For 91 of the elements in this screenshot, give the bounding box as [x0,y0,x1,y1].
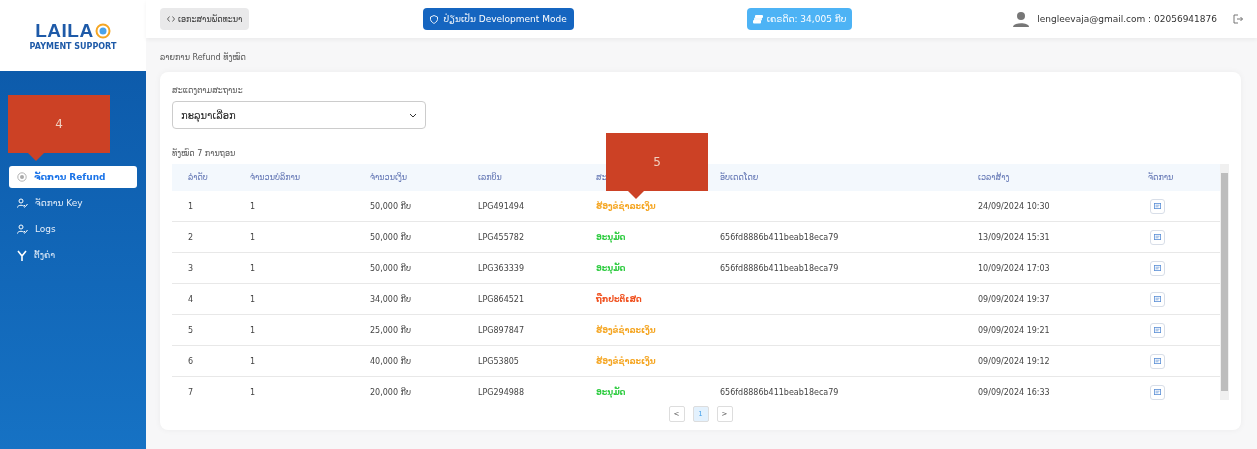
column-header: ຈັດການ [1148,173,1175,182]
user-avatar-icon [1013,11,1030,27]
code-icon [167,16,175,22]
filter-label: ສະແດງຕາມສະຖານະ [172,86,244,95]
table-cell-text: LPG294988 [478,387,526,397]
user-check-icon [17,224,28,234]
table-cell-text: 09/09/2024 16:33 [978,387,1051,397]
user-info: lengleevaja@gmail.com : 02056941876 [1037,14,1217,24]
detail-button[interactable] [1150,229,1165,245]
table-cell-text: 34,000 ກີບ [370,294,412,304]
docs-button[interactable]: ເອກະສານພັດທະນາ [160,8,250,30]
sidebar-item[interactable]: ຈັດການ Refund [9,166,137,188]
document-icon [1154,327,1161,333]
breadcrumb: ລາຍການ Refund ທັງໝົດ [159,51,247,64]
detail-button[interactable] [1150,384,1165,400]
status-select[interactable]: ກະລຸນາເລືອກ [172,101,426,129]
table-cell-text: LPG897847 [478,325,526,335]
table-cell-text: 50,000 ກີບ [370,263,412,273]
status-text: ອະນຸມັດ [596,263,627,273]
column-header: ລຳດັບ [188,173,209,182]
detail-button[interactable] [1150,260,1165,276]
table-cell-text: 50,000 ກີບ [370,201,412,211]
sidebar-item[interactable]: ຈັດການ Key [9,192,137,214]
status-text: ອະນຸມັດ [596,387,627,397]
mode-button[interactable]: ປ່ຽນເປັນ Development Mode [423,8,574,30]
status-text: ຖືກປະຕິເສດ [596,294,643,304]
document-icon [1154,203,1161,209]
fork-icon [17,249,27,261]
status-text: ຮ້ອງຂໍຊຳລະເງິນ [596,356,657,366]
table-cell-text: 20,000 ກີບ [370,387,412,397]
table-cell-text: 1 [250,263,257,273]
table-cell-text: 1 [250,294,257,304]
column-header: ສະ [596,173,608,182]
chevron-down-icon [409,112,417,118]
table-cell-text: 09/09/2024 19:12 [978,356,1051,366]
status-text: ຮ້ອງຂໍຊຳລະເງິນ [596,201,657,211]
table-cell-text: 24/09/2024 10:30 [978,201,1051,211]
table-cell-text: LPG864521 [478,294,526,304]
sidebar-item[interactable]: ຕັ້ງຄ່າ [9,244,137,266]
scrollbar[interactable] [1220,164,1229,400]
document-icon [1154,389,1161,395]
table-cell-text: 656fd8886b411beab18eca79 [720,263,840,273]
table-cell-text: 1 [250,232,257,242]
table-cell-text: 7 [188,387,195,397]
total-count: ທັງໝົດ 7 ການຖອນ [172,149,237,158]
column-header: ອັບເດດໂດຍ [720,173,760,182]
column-header: ເວລາສ້າງ [978,173,1011,182]
table-cell-text: 5 [188,325,195,335]
sidebar-item[interactable]: Logs [9,218,137,240]
detail-button[interactable] [1150,291,1165,307]
table-cell-text: LPG455782 [478,232,526,242]
table-cell-text: LPG491494 [478,201,526,211]
stack-icon [752,14,763,24]
credit-badge: ເຄຣດິດ: 34,005 ກີບ [746,8,853,30]
table-cell-text: 6 [188,356,195,366]
table-cell-text: 4 [188,294,195,304]
column-header: ຈຳນວນເງິນ [370,173,409,182]
logo: LAILA PAYMENT SUPPORT [29,20,117,51]
coin-icon [17,172,27,182]
table-cell-text: 1 [188,201,195,211]
logout-icon[interactable] [1233,14,1243,24]
detail-button[interactable] [1150,322,1165,338]
table-cell-text: 10/09/2024 17:03 [978,263,1051,273]
table-cell-text: 09/09/2024 19:21 [978,325,1051,335]
detail-button[interactable] [1150,198,1165,214]
document-icon [1154,358,1161,364]
status-text: ຮ້ອງຂໍຊຳລະເງິນ [596,325,657,335]
document-icon [1154,265,1161,271]
table-cell-text: 1 [250,356,257,366]
document-icon [1154,296,1161,302]
table-cell-text: LPG363339 [478,263,526,273]
status-text: ອະນຸມັດ [596,232,627,242]
detail-button[interactable] [1150,353,1165,369]
document-icon [1154,234,1161,240]
table-cell-text: 09/09/2024 19:37 [978,294,1051,304]
table-cell-text: 1 [250,387,257,397]
user-check-icon [17,198,28,208]
table-cell-text: 3 [188,263,195,273]
table-cell-text: 656fd8886b411beab18eca79 [720,387,840,397]
table-cell-text: 656fd8886b411beab18eca79 [720,232,840,242]
table-cell-text: LPG53805 [478,356,520,366]
table-cell-text: 40,000 ກີບ [370,356,412,366]
column-header: ເລກບິນ [478,173,503,182]
table-cell-text: 13/09/2024 15:31 [978,232,1051,242]
table-cell-text: 1 [250,201,257,211]
table-cell-text: 2 [188,232,195,242]
column-header: ຈຳນວນບໍລິການ [250,173,302,182]
table-cell-text: 25,000 ກີບ [370,325,412,335]
table-cell-text: 1 [250,325,257,335]
shield-icon [430,14,439,24]
table-cell-text: 50,000 ກີບ [370,232,412,242]
